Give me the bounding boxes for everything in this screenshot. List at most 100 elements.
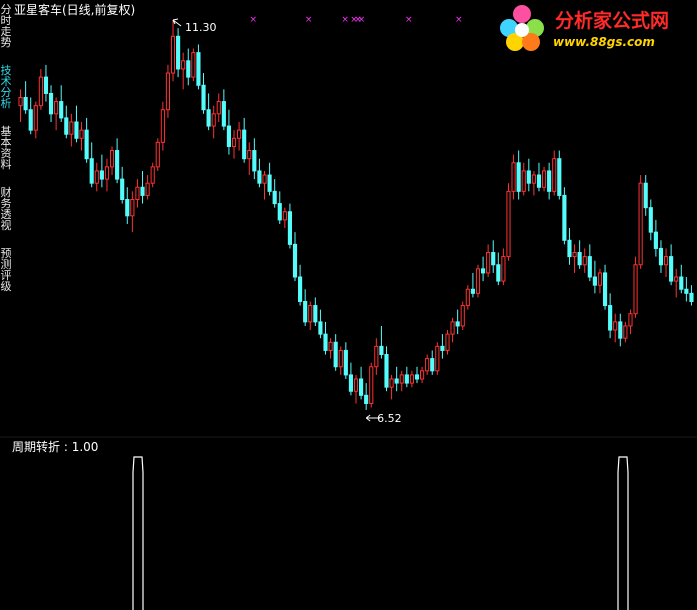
- candle-body-down: [618, 321, 623, 339]
- candle-body-up: [501, 256, 506, 282]
- candle: [465, 285, 470, 310]
- candle: [547, 162, 552, 200]
- candle-body-up: [145, 182, 150, 196]
- candle: [501, 248, 506, 286]
- candle: [516, 150, 521, 200]
- candle-body-up: [33, 105, 38, 131]
- candle: [313, 297, 318, 326]
- candle-body-down: [679, 276, 684, 290]
- indicator-value: 1.00: [71, 440, 99, 454]
- signal-marker: ×: [249, 15, 257, 25]
- candle-body-down: [176, 35, 181, 70]
- candle: [613, 313, 618, 343]
- candle-body-up: [54, 101, 59, 115]
- candle: [84, 117, 89, 163]
- candle: [242, 117, 247, 163]
- candle-body-down: [480, 268, 486, 274]
- candle: [69, 113, 74, 147]
- candle-body-down: [496, 264, 501, 282]
- candle-body-down: [577, 252, 582, 266]
- candle-body-down: [48, 92, 54, 115]
- candle: [18, 89, 23, 122]
- candle-body-up: [531, 174, 536, 184]
- candle: [567, 228, 572, 265]
- candle-body-down: [125, 198, 130, 217]
- candle: [206, 93, 211, 131]
- candle: [486, 244, 491, 278]
- candle-body-up: [597, 272, 603, 286]
- candle-body-down: [196, 52, 201, 86]
- candle: [404, 366, 409, 388]
- candle-body-down: [206, 109, 211, 127]
- candle: [277, 191, 282, 224]
- candle-body-down: [587, 256, 592, 278]
- candle: [460, 301, 465, 331]
- candle-body-up: [237, 129, 242, 139]
- candle-body-down: [303, 300, 308, 323]
- candle: [33, 101, 38, 139]
- candle-body-up: [160, 109, 165, 143]
- candle-body-up: [216, 101, 221, 115]
- candle: [384, 346, 389, 392]
- candle: [308, 301, 313, 331]
- candle: [582, 248, 587, 273]
- logo-url: www.88gs.com: [553, 35, 655, 49]
- candle: [109, 146, 115, 176]
- candle: [115, 138, 120, 184]
- candle: [369, 362, 374, 408]
- candle-body-up: [211, 113, 216, 127]
- candle-body-down: [252, 150, 257, 172]
- candle: [23, 81, 28, 114]
- candle-body-down: [267, 174, 272, 192]
- candle-body-up: [419, 370, 425, 380]
- indicator-pulse: [132, 456, 144, 610]
- low-label: 6.52: [377, 412, 402, 425]
- candle: [298, 264, 303, 306]
- candle-body-up: [38, 76, 43, 107]
- high-label: 11.30: [185, 21, 217, 34]
- candle-body-up: [425, 358, 430, 372]
- signal-marker: ×: [341, 15, 349, 25]
- candle: [399, 370, 404, 392]
- candle: [552, 150, 557, 196]
- candle-body-up: [79, 129, 84, 139]
- indicator-name: 周期转折: [12, 440, 61, 454]
- candle: [364, 383, 369, 410]
- signal-marker: ×: [405, 15, 413, 25]
- candle: [419, 366, 425, 384]
- candle-body-down: [643, 182, 648, 209]
- candle-body-down: [414, 374, 420, 380]
- candle: [536, 162, 542, 192]
- candle-body-up: [308, 305, 313, 323]
- candle: [562, 187, 567, 245]
- candle-body-down: [99, 170, 104, 180]
- candle-body-down: [120, 178, 125, 200]
- candle: [303, 289, 308, 326]
- candle-body-down: [491, 252, 496, 266]
- candle: [125, 187, 130, 224]
- candle: [272, 179, 277, 208]
- indicator-shade: [268, 443, 566, 610]
- candle-body-up: [282, 211, 287, 221]
- candle-body-down: [602, 272, 608, 307]
- candle: [282, 207, 287, 229]
- candle-body-up: [374, 345, 379, 368]
- candle: [480, 256, 486, 282]
- candle: [597, 268, 603, 294]
- candle-body-down: [84, 129, 89, 160]
- candle: [592, 260, 597, 294]
- candle-body-down: [567, 239, 572, 258]
- candle: [216, 93, 221, 122]
- logo-text: 分析家公式网: [555, 10, 670, 32]
- candle: [257, 158, 262, 188]
- candle-body-down: [348, 374, 353, 392]
- candle: [343, 342, 348, 379]
- candle: [425, 354, 430, 375]
- candle-body-up: [191, 52, 196, 78]
- candle: [379, 325, 384, 359]
- candle: [196, 44, 201, 90]
- candle: [521, 162, 526, 196]
- candle-body-up: [572, 252, 577, 258]
- candle: [511, 154, 516, 200]
- candle-body-up: [150, 166, 155, 184]
